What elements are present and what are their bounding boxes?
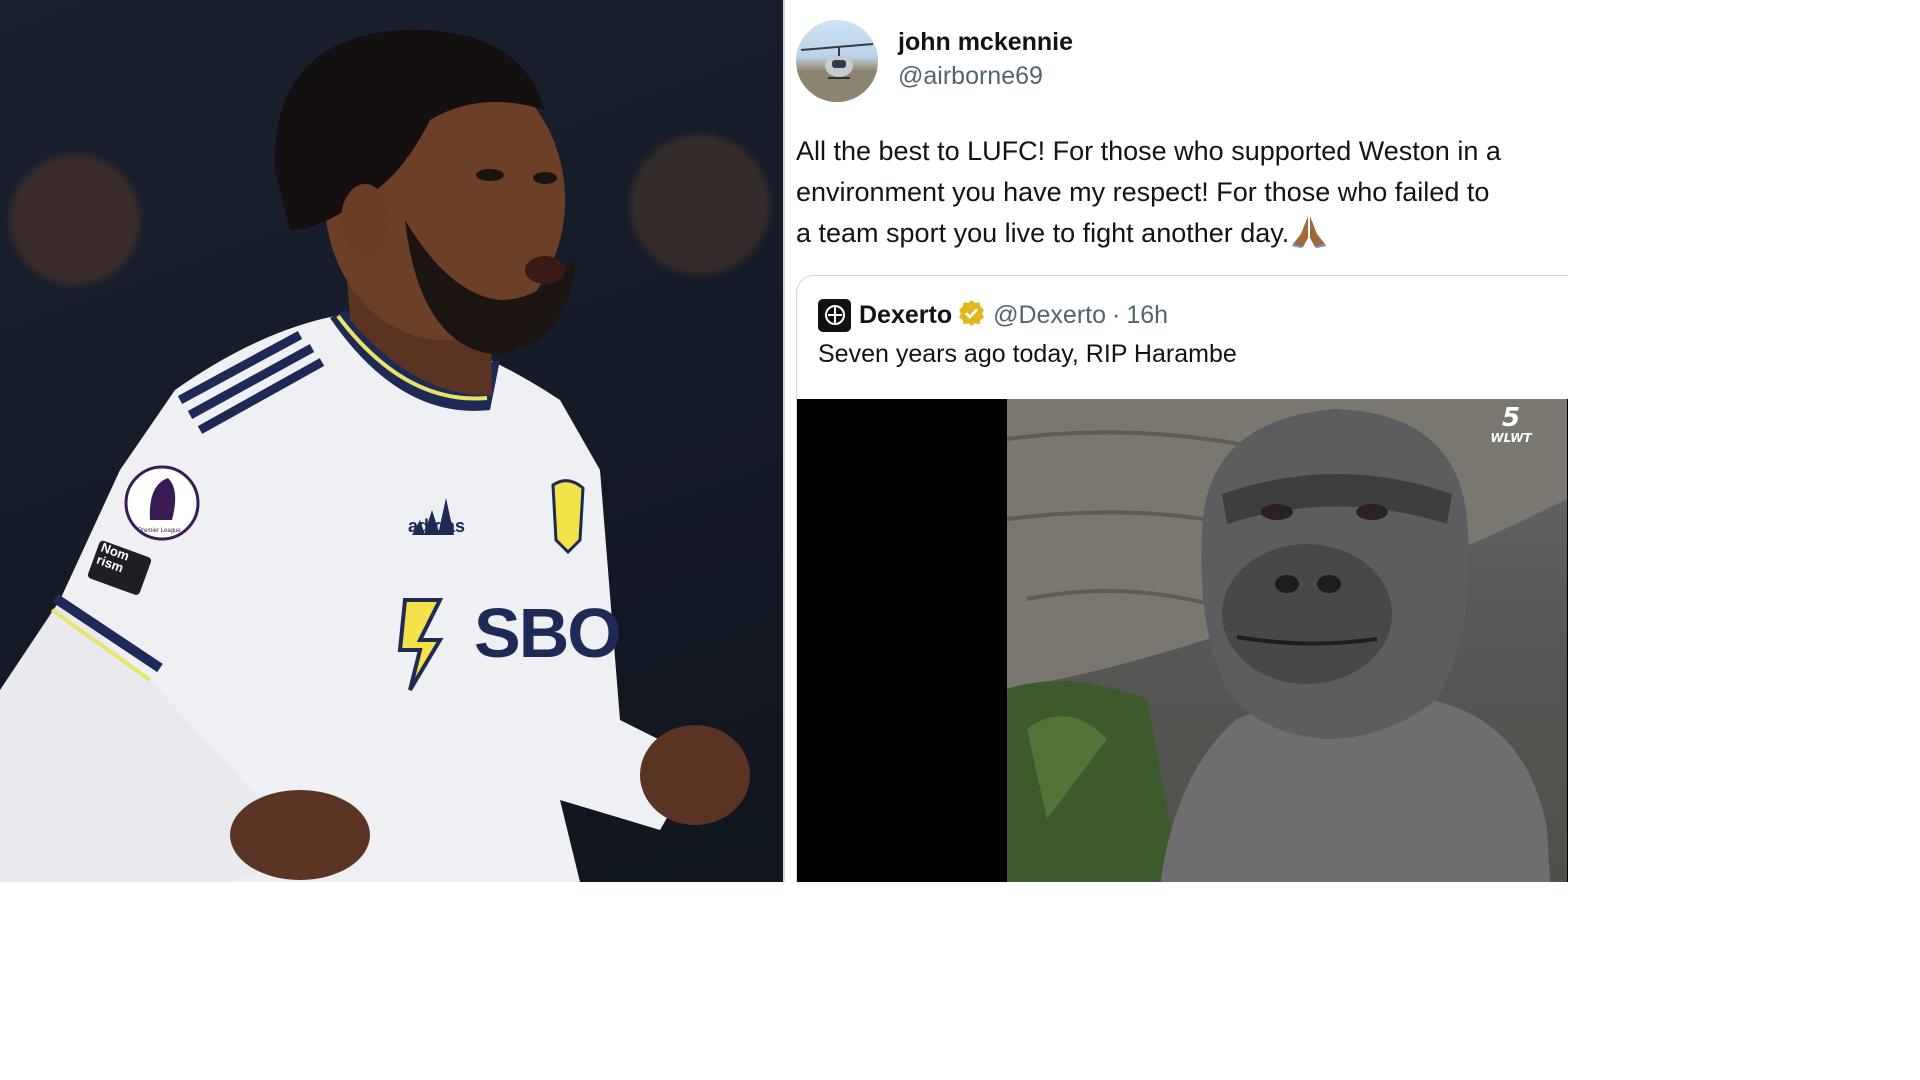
- quoted-tweet[interactable]: Dexerto @Dexerto · 16h Seven years ago t…: [796, 275, 1568, 882]
- tweet-text-line-content: a team sport you live to fight another d…: [796, 218, 1290, 248]
- tweet-text: All the best to LUFC! For those who supp…: [796, 131, 1568, 260]
- player-illustration: [0, 29, 750, 882]
- quoted-tweet-header: Dexerto @Dexerto · 16h: [818, 298, 1168, 332]
- verified-badge-icon: [958, 299, 985, 331]
- author-avatar[interactable]: [796, 20, 878, 102]
- premier-league-badge-text: Premier League: [138, 528, 181, 534]
- quoted-timestamp[interactable]: 16h: [1126, 301, 1168, 330]
- tweet-text-line: a team sport you live to fight another d…: [796, 213, 1568, 260]
- player-photo: adidas SBO Nom rism Premier League: [0, 0, 783, 882]
- quoted-author-handle[interactable]: @Dexerto: [993, 301, 1106, 330]
- jersey-sponsor-text: SBO: [474, 594, 622, 672]
- dexerto-logo-icon[interactable]: [818, 298, 851, 332]
- header-separator: ·: [1112, 300, 1121, 329]
- jersey-brand-text: adidas: [408, 516, 466, 536]
- tweet-text-line: All the best to LUFC! For those who supp…: [796, 136, 1501, 166]
- tweet-text-line: environment you have my respect! For tho…: [796, 177, 1490, 207]
- gorilla-image: 5 WLWT: [1007, 399, 1567, 882]
- wlwt-logo-number: 5: [1501, 403, 1521, 433]
- wlwt-logo: 5 WLWT: [1485, 405, 1537, 447]
- quoted-tweet-text: Seven years ago today, RIP Harambe: [818, 340, 1237, 368]
- folded-hands-icon: [1291, 214, 1327, 260]
- author-handle[interactable]: @airborne69: [898, 62, 1043, 91]
- gorilla-illustration: [1007, 399, 1567, 882]
- helicopter-icon: [796, 43, 878, 102]
- quoted-media[interactable]: 5 WLWT: [797, 399, 1568, 882]
- wlwt-logo-text: WLWT: [1490, 431, 1532, 445]
- tweet-card: john mckennie @airborne69 All the best t…: [785, 0, 1568, 882]
- quoted-author-name[interactable]: Dexerto: [859, 301, 952, 330]
- author-name[interactable]: john mckennie: [898, 28, 1073, 57]
